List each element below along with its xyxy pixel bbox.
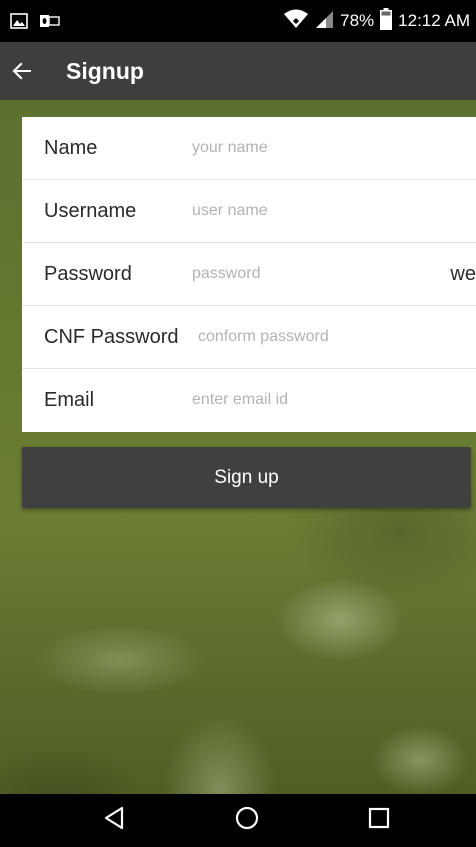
username-label: Username	[44, 200, 137, 222]
confirm-password-label: CNF Password	[44, 326, 179, 348]
status-bar: 78% 12:12 AM	[0, 0, 476, 42]
arrow-left-icon[interactable]	[10, 59, 34, 83]
nav-back-button[interactable]	[74, 794, 154, 847]
name-row: Name	[22, 117, 476, 180]
name-label: Name	[44, 137, 98, 159]
status-bar-right: 78% 12:12 AM	[284, 0, 470, 42]
confirm-password-input[interactable]	[198, 320, 462, 354]
username-input[interactable]	[192, 194, 462, 228]
email-input[interactable]	[192, 383, 462, 417]
nav-home-button[interactable]	[207, 794, 287, 847]
wifi-icon	[284, 9, 309, 34]
signup-button[interactable]: Sign up	[22, 447, 471, 508]
image-notification-icon	[10, 12, 28, 30]
password-input[interactable]	[192, 257, 422, 291]
navigation-bar	[0, 794, 476, 847]
signal-icon	[314, 9, 334, 34]
outlook-notification-icon	[40, 12, 60, 30]
battery-icon	[380, 7, 393, 35]
signup-form: Name Username Password we CNF Password E…	[22, 117, 476, 432]
username-row: Username	[22, 180, 476, 243]
home-circle-icon	[235, 806, 259, 835]
password-row: Password we	[22, 243, 476, 306]
password-label: Password	[44, 263, 132, 285]
confirm-password-row: CNF Password	[22, 306, 476, 369]
app-bar: Signup	[0, 42, 476, 100]
password-overflow-text: we	[450, 263, 476, 285]
nav-recents-button[interactable]	[339, 794, 419, 847]
name-input[interactable]	[192, 131, 462, 165]
email-row: Email	[22, 369, 476, 431]
signup-screen: 78% 12:12 AM Signup Name U	[0, 0, 476, 847]
page-title: Signup	[66, 58, 144, 84]
battery-percent: 78%	[340, 11, 375, 30]
recents-square-icon	[368, 807, 390, 834]
back-triangle-icon	[103, 806, 125, 835]
status-time: 12:12 AM	[398, 11, 470, 30]
email-label: Email	[44, 389, 95, 411]
